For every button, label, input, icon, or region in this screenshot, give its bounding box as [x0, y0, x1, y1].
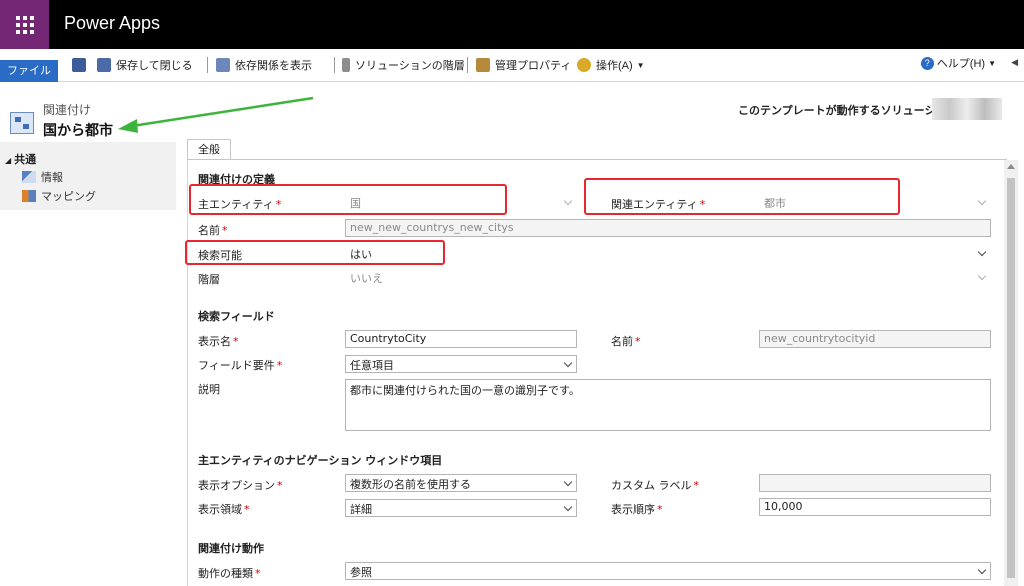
manage-properties-button[interactable]: 管理プロパティ — [476, 55, 571, 75]
save-close-icon — [97, 58, 111, 72]
chevron-down-icon — [563, 358, 573, 368]
nav-group-label: 共通 — [14, 153, 37, 166]
nav-group-common[interactable]: ◢ 共通 — [5, 151, 36, 167]
help-menu-button[interactable]: ? ヘルプ(H) ▼ — [920, 55, 996, 71]
chevron-down-icon — [977, 271, 987, 281]
chevron-down-icon — [977, 565, 987, 575]
ribbon-separator — [467, 57, 468, 73]
save-icon — [72, 58, 86, 72]
chevron-down-icon — [977, 196, 987, 206]
nav-item-mapping[interactable]: マッピング — [22, 188, 96, 204]
save-close-button[interactable]: 保存して閉じる — [97, 55, 193, 75]
display-name-input[interactable]: CountrytoCity — [345, 330, 577, 348]
hierarchical-select[interactable]: いいえ — [345, 268, 991, 286]
nav-item-info[interactable]: 情報 — [22, 169, 63, 185]
left-navigation: ◢ 共通 情報 マッピング — [0, 142, 176, 586]
scroll-thumb[interactable] — [1007, 178, 1015, 578]
actions-icon — [577, 58, 591, 72]
highlight-primary-entity — [189, 184, 507, 215]
properties-icon — [476, 58, 490, 72]
collapse-triangle-icon: ◢ — [5, 156, 12, 165]
hierarchical-label: 階層 — [198, 273, 220, 286]
dropdown-arrow-icon: ▼ — [988, 58, 996, 68]
command-ribbon: ファイル 保存して閉じる 依存関係を表示 ソリューションの階層 管理プロパティ … — [0, 49, 1024, 82]
name-label: 名前 * — [198, 224, 228, 237]
chevron-down-icon — [977, 247, 987, 257]
custom-label-input[interactable] — [759, 474, 991, 492]
highlight-searchable — [185, 240, 445, 265]
relationship-icon — [10, 112, 34, 134]
file-button[interactable]: ファイル — [0, 60, 58, 82]
display-area-select[interactable]: 詳細 — [345, 499, 577, 517]
nav-item-label: 情報 — [41, 171, 63, 184]
highlight-related-entity — [584, 178, 900, 215]
behavior-type-label: 動作の種類 * — [198, 567, 261, 580]
nav-item-label: マッピング — [41, 190, 96, 203]
solution-layers-label: ソリューションの階層 — [355, 60, 465, 72]
record-type: 関連付け — [43, 103, 92, 117]
chevron-down-icon — [563, 196, 573, 206]
help-label: ヘルプ(H) — [936, 58, 986, 70]
blurred-solution-name — [932, 98, 1002, 120]
save-button[interactable] — [72, 55, 91, 75]
vertical-scrollbar[interactable] — [1004, 160, 1018, 586]
display-option-label: 表示オプション * — [198, 479, 283, 492]
chevron-down-icon — [563, 477, 573, 487]
field-requirement-label: フィールド要件 * — [198, 359, 283, 372]
custom-label-label: カスタム ラベル * — [611, 479, 699, 492]
ribbon-more-icon[interactable]: ◀ — [1011, 58, 1018, 68]
section-navigation-title: 主エンティティのナビゲーション ウィンドウ項目 — [198, 454, 443, 467]
dropdown-arrow-icon: ▼ — [636, 60, 645, 70]
record-name: 国から都市 — [43, 123, 113, 139]
solution-layers-button[interactable]: ソリューションの階層 — [342, 55, 465, 75]
ribbon-separator — [334, 57, 335, 73]
section-behavior-title: 関連付け動作 — [198, 542, 264, 555]
description-label: 説明 — [198, 383, 220, 396]
chevron-down-icon — [563, 502, 573, 512]
section-lookup-title: 検索フィールド — [198, 310, 275, 323]
display-name-label: 表示名 * — [198, 335, 239, 348]
dependencies-icon — [216, 58, 230, 72]
behavior-type-select[interactable]: 参照 — [345, 562, 991, 580]
actions-menu-button[interactable]: 操作(A) ▼ — [577, 55, 645, 75]
lookup-name-input[interactable]: new_countrytocityid — [759, 330, 991, 348]
mapping-icon — [22, 190, 36, 202]
display-option-select[interactable]: 複数形の名前を使用する — [345, 474, 577, 492]
layers-icon — [342, 58, 350, 72]
scroll-up-icon[interactable] — [1007, 164, 1015, 169]
description-textarea[interactable]: 都市に関連付けられた国の一意の識別子です。 — [345, 379, 991, 431]
display-order-label: 表示順序 * — [611, 503, 663, 516]
field-requirement-select[interactable]: 任意項目 — [345, 355, 577, 373]
show-dependencies-label: 依存関係を表示 — [235, 60, 312, 72]
info-relationship-icon — [22, 171, 36, 183]
display-area-label: 表示領域 * — [198, 503, 250, 516]
lookup-name-label: 名前 * — [611, 335, 641, 348]
help-icon: ? — [920, 56, 934, 70]
app-launcher-button[interactable] — [0, 0, 49, 49]
solution-label: このテンプレートが動作するソリューション: — [738, 104, 962, 117]
display-order-input[interactable]: 10,000 — [759, 498, 991, 516]
tab-general[interactable]: 全般 — [187, 139, 231, 160]
waffle-icon — [15, 15, 34, 34]
save-close-label: 保存して閉じる — [116, 60, 193, 72]
ribbon-separator — [207, 57, 208, 73]
app-title: Power Apps — [64, 13, 161, 33]
actions-label: 操作(A) — [596, 60, 633, 72]
manage-properties-label: 管理プロパティ — [495, 60, 572, 72]
top-bar: Power Apps — [0, 0, 1024, 49]
show-dependencies-button[interactable]: 依存関係を表示 — [216, 55, 312, 75]
name-input[interactable]: new_new_countrys_new_citys — [345, 219, 991, 237]
